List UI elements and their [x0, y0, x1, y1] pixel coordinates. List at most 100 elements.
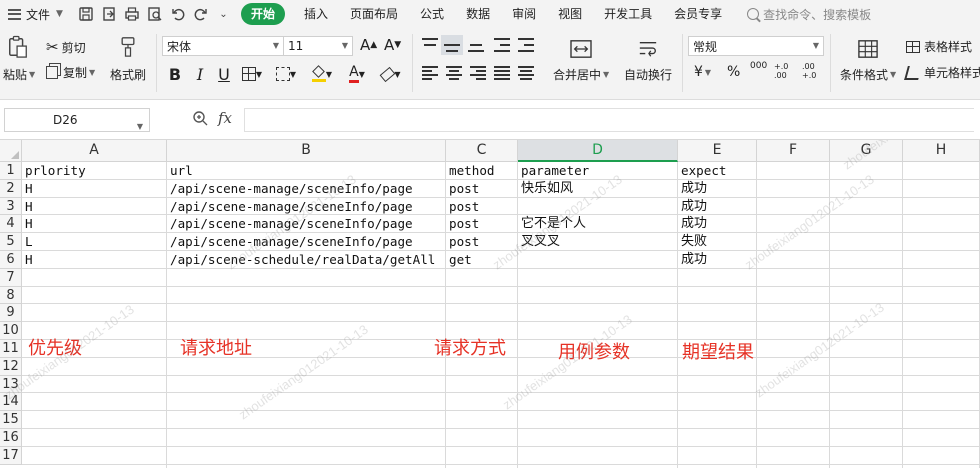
- table-style-button[interactable]: 表格样式: [906, 38, 972, 55]
- cell-E6[interactable]: 成功: [678, 251, 707, 269]
- row-header[interactable]: 17: [0, 446, 22, 465]
- tab-4[interactable]: 数据: [455, 3, 501, 25]
- decrease-decimal-button[interactable]: .00 +.0: [802, 62, 822, 80]
- row-header[interactable]: 16: [0, 429, 22, 447]
- formula-input[interactable]: [244, 108, 974, 132]
- cell-B1[interactable]: url: [167, 162, 193, 180]
- customize-toolbar-icon[interactable]: ⌄: [214, 5, 233, 24]
- paste-button[interactable]: 粘贴 ▼: [3, 66, 35, 83]
- undo-icon[interactable]: [168, 5, 187, 24]
- cell-C4[interactable]: post: [446, 215, 479, 233]
- cell-E4[interactable]: 成功: [678, 215, 707, 233]
- spreadsheet-grid[interactable]: A B C D E F G H 1 2 3 4 5 6 7 8 9 10 11 12 13 14 15 16 17 prlorit…: [0, 140, 980, 468]
- cell-B5[interactable]: /api/scene-manage/sceneInfo/page: [167, 233, 413, 251]
- font-color-button[interactable]: A ▼: [342, 64, 372, 84]
- column-header-D[interactable]: D: [518, 140, 678, 162]
- column-header-E[interactable]: E: [678, 140, 757, 162]
- underline-button[interactable]: U: [214, 64, 234, 84]
- border-button[interactable]: ▼: [238, 64, 266, 84]
- copy-button[interactable]: 复制 ▼: [46, 64, 95, 81]
- fill-pattern-button[interactable]: ▼: [272, 64, 300, 84]
- align-bottom-icon[interactable]: [468, 38, 484, 52]
- cell-E3[interactable]: 成功: [678, 198, 707, 216]
- cell-A2[interactable]: H: [22, 180, 33, 198]
- cell-B3[interactable]: /api/scene-manage/sceneInfo/page: [167, 198, 413, 216]
- align-top-icon[interactable]: [422, 38, 438, 52]
- cell-A5[interactable]: L: [22, 233, 33, 251]
- row-header[interactable]: 10: [0, 322, 22, 340]
- row-header[interactable]: 9: [0, 304, 22, 323]
- cell-style-button[interactable]: 单元格样式: [904, 64, 980, 81]
- align-middle-icon[interactable]: [441, 35, 463, 55]
- cell-C3[interactable]: post: [446, 198, 479, 216]
- conditional-format-icon[interactable]: [856, 38, 880, 60]
- print-preview-icon[interactable]: [145, 5, 164, 24]
- column-header-B[interactable]: B: [167, 140, 446, 162]
- function-icon[interactable]: fx: [218, 109, 232, 127]
- cell-E1[interactable]: expect: [678, 162, 727, 180]
- save-icon[interactable]: [76, 5, 95, 24]
- fill-color-button[interactable]: ▼: [306, 64, 338, 84]
- column-header-G[interactable]: G: [830, 140, 903, 162]
- increase-decimal-button[interactable]: +.0 .00: [774, 62, 794, 80]
- row-header[interactable]: 5: [0, 233, 22, 251]
- row-header[interactable]: 11: [0, 340, 22, 358]
- command-search[interactable]: 查找命令、搜索模板: [747, 6, 871, 23]
- cell-E5[interactable]: 失败: [678, 233, 707, 251]
- tab-8[interactable]: 会员专享: [663, 3, 733, 25]
- column-header-F[interactable]: F: [757, 140, 830, 162]
- merge-center-icon[interactable]: [568, 38, 594, 60]
- tab-5[interactable]: 审阅: [501, 3, 547, 25]
- align-right-icon[interactable]: [470, 66, 486, 80]
- clear-format-button[interactable]: ▼: [376, 64, 406, 84]
- decrease-indent-icon[interactable]: [494, 38, 510, 52]
- currency-button[interactable]: ¥ ▼: [694, 64, 711, 80]
- cell-A4[interactable]: H: [22, 215, 33, 233]
- column-header-H[interactable]: H: [903, 140, 980, 162]
- cut-button[interactable]: ✂ 剪切: [46, 38, 86, 56]
- tab-2[interactable]: 页面布局: [339, 3, 409, 25]
- tab-6[interactable]: 视图: [547, 3, 593, 25]
- file-menu[interactable]: 文件 ▼: [0, 0, 74, 28]
- row-header[interactable]: 7: [0, 268, 22, 287]
- row-header[interactable]: 13: [0, 375, 22, 394]
- wrap-text-icon[interactable]: [636, 38, 660, 60]
- increase-indent-icon[interactable]: [518, 38, 534, 52]
- column-header-A[interactable]: A: [22, 140, 167, 162]
- format-painter-icon[interactable]: [116, 34, 140, 60]
- cell-C5[interactable]: post: [446, 233, 479, 251]
- row-header[interactable]: 2: [0, 179, 22, 198]
- wrap-text-button[interactable]: 自动换行: [624, 66, 672, 83]
- cell-D4[interactable]: 它不是个人: [518, 215, 586, 233]
- export-icon[interactable]: [99, 5, 118, 24]
- cell-B6[interactable]: /api/scene-schedule/realData/getAll: [167, 251, 435, 269]
- tab-7[interactable]: 开发工具: [593, 3, 663, 25]
- tab-0[interactable]: 开始: [241, 3, 286, 25]
- cell-B4[interactable]: /api/scene-manage/sceneInfo/page: [167, 215, 413, 233]
- cell-A1[interactable]: prlority: [22, 162, 86, 180]
- align-center-icon[interactable]: [446, 66, 462, 80]
- font-grow-button[interactable]: A ▲: [360, 36, 377, 54]
- justify-icon[interactable]: [494, 66, 510, 80]
- row-header[interactable]: 14: [0, 393, 22, 412]
- row-header[interactable]: 8: [0, 286, 22, 305]
- percent-button[interactable]: %: [727, 64, 740, 80]
- cell-C6[interactable]: get: [446, 251, 472, 269]
- cell-C1[interactable]: method: [446, 162, 495, 180]
- distributed-icon[interactable]: [518, 66, 534, 80]
- cell-E2[interactable]: 成功: [678, 180, 707, 198]
- number-format-select[interactable]: 常规 ▼: [688, 36, 824, 56]
- select-all-corner[interactable]: [0, 140, 22, 162]
- cell-D5[interactable]: 叉叉叉: [518, 233, 560, 251]
- row-header[interactable]: 4: [0, 215, 22, 234]
- paste-icon[interactable]: [6, 34, 30, 60]
- row-header[interactable]: 15: [0, 411, 22, 429]
- tab-3[interactable]: 公式: [409, 3, 455, 25]
- row-header[interactable]: 12: [0, 357, 22, 376]
- format-painter-button[interactable]: 格式刷: [110, 66, 146, 83]
- align-left-icon[interactable]: [422, 66, 438, 80]
- tab-1[interactable]: 插入: [293, 3, 339, 25]
- cell-C2[interactable]: post: [446, 180, 479, 198]
- italic-button[interactable]: I: [190, 64, 210, 84]
- cell-D1[interactable]: parameter: [518, 162, 589, 180]
